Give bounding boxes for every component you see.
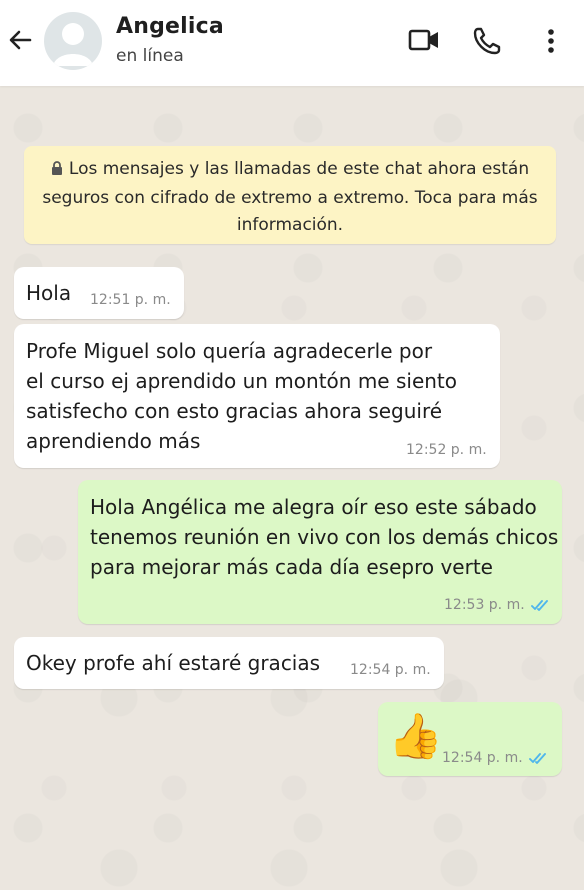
message-bubble-incoming[interactable]: Hola 12:51 p. m.: [14, 267, 184, 319]
lock-icon: [51, 158, 63, 185]
avatar-icon[interactable]: [44, 12, 102, 70]
message-time-row: 12:54 p. m.: [442, 750, 549, 769]
message-time: 12:51 p. m.: [90, 292, 171, 308]
thumbs-up-emoji: 👍: [388, 711, 443, 762]
message-time-row: 12:53 p. m.: [444, 597, 551, 616]
message-time: 12:52 p. m.: [406, 442, 487, 458]
double-check-read-icon: [530, 598, 551, 616]
message-time: 12:54 p. m.: [442, 750, 523, 766]
encryption-notice[interactable]: Los mensajes y las llamadas de este chat…: [24, 146, 556, 244]
encryption-notice-text: Los mensajes y las llamadas de este chat…: [42, 159, 538, 235]
message-bubble-outgoing[interactable]: Hola Angélica me alegra oír eso este sáb…: [78, 480, 562, 624]
double-check-read-icon: [528, 751, 549, 769]
message-text: Hola: [26, 281, 72, 305]
message-text: Hola Angélica me alegra oír eso este sáb…: [90, 495, 559, 579]
back-arrow-icon[interactable]: [6, 26, 34, 54]
chat-header: Angelica en línea: [0, 0, 584, 86]
message-text: Profe Miguel solo quería agradecerle por…: [26, 339, 457, 453]
more-options-icon[interactable]: [544, 28, 558, 60]
message-time: 12:53 p. m.: [444, 597, 525, 613]
phone-icon[interactable]: [472, 26, 502, 60]
message-bubble-incoming[interactable]: Okey profe ahí estaré gracias 12:54 p. m…: [14, 637, 444, 689]
message-time: 12:54 p. m.: [350, 662, 431, 678]
contact-name[interactable]: Angelica: [116, 14, 224, 39]
message-bubble-outgoing[interactable]: 👍 12:54 p. m.: [378, 702, 562, 776]
message-text: Okey profe ahí estaré gracias: [26, 651, 321, 675]
contact-status: en línea: [116, 46, 184, 66]
video-call-icon[interactable]: [408, 26, 440, 58]
message-bubble-incoming[interactable]: Profe Miguel solo quería agradecerle por…: [14, 324, 500, 468]
